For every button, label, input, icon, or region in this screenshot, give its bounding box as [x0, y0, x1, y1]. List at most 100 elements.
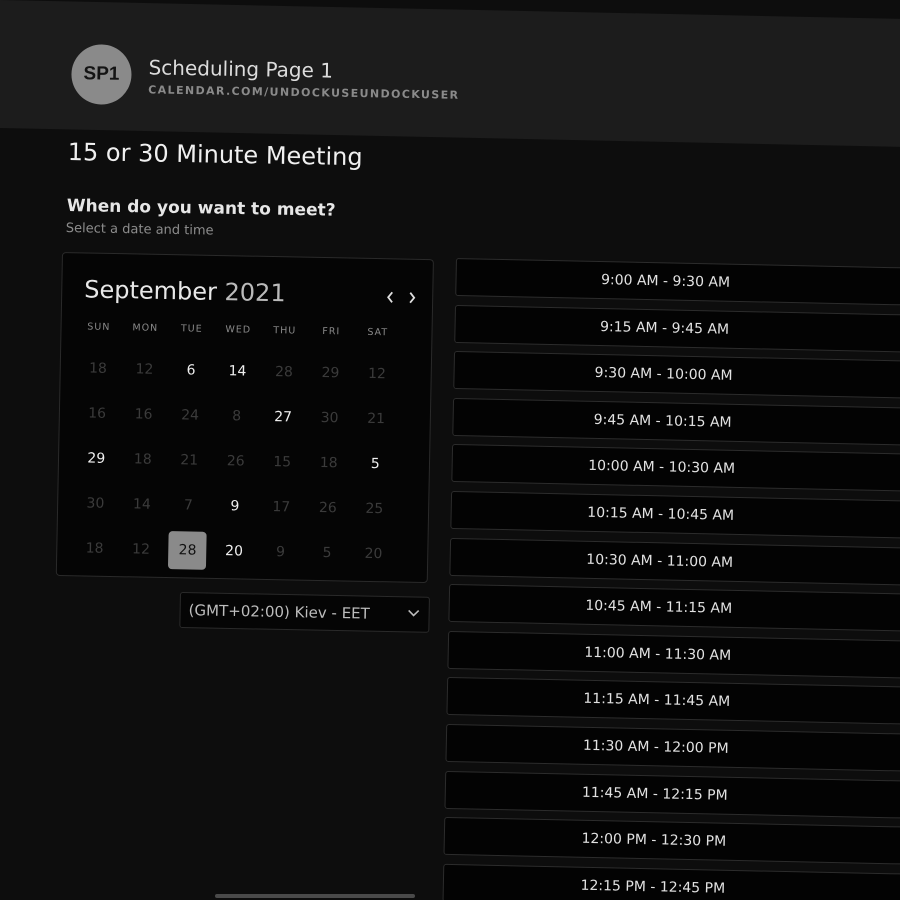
- calendar-day-number: 16: [88, 405, 107, 422]
- calendar-day-number: 21: [180, 451, 199, 469]
- calendar-day-number: 28: [168, 530, 207, 570]
- calendar-day-number: 20: [364, 545, 383, 562]
- weekday-label: SAT: [367, 326, 389, 339]
- calendar-day-unavailable: 30: [72, 484, 119, 523]
- calendar-day-unavailable: 20: [350, 534, 397, 573]
- calendar-day-number: 21: [367, 410, 386, 427]
- calendar-day-number: 6: [186, 361, 196, 379]
- time-slot-button[interactable]: 9:15 AM - 9:45 AM: [454, 304, 900, 353]
- calendar-day-number: 15: [273, 453, 292, 470]
- calendar-day-unavailable: 30: [306, 398, 353, 437]
- time-slot-button[interactable]: 11:00 AM - 11:30 AM: [447, 630, 900, 679]
- calendar-day-unavailable: 18: [119, 440, 166, 479]
- calendar-week: 18 12 6 14 28 29 12: [74, 345, 401, 396]
- prev-month-button[interactable]: [382, 287, 398, 307]
- time-slot-button[interactable]: 11:45 AM - 12:15 PM: [444, 770, 900, 819]
- calendar-weeks: 18 12 6 14 28 29 12 16 16 24 8 27 30 21 29 18 21 26 15 18 5 3…: [71, 345, 401, 576]
- calendar-day-unavailable: 5: [303, 533, 350, 572]
- calendar-day-unavailable: 29: [307, 353, 354, 392]
- calendar-day-number: 12: [135, 360, 154, 378]
- calendar: September 2021 SUN MON TUE WED THU FRI SAT 18 1…: [55, 252, 434, 584]
- calendar-day-number: 14: [228, 362, 247, 380]
- time-slot-button[interactable]: 9:00 AM - 9:30 AM: [455, 258, 900, 306]
- calendar-day-number: 5: [370, 455, 380, 472]
- time-slot-button[interactable]: 10:15 AM - 10:45 AM: [450, 490, 900, 539]
- when-heading: When do you want to meet?: [66, 196, 336, 221]
- calendar-nav: [382, 287, 420, 308]
- calendar-day-number: 18: [85, 540, 104, 557]
- chevron-left-icon: [387, 291, 393, 303]
- calendar-day-selected[interactable]: 28: [164, 530, 211, 570]
- calendar-day-number: 26: [318, 499, 337, 516]
- calendar-day-number: 9: [275, 543, 286, 560]
- time-slot-button[interactable]: 11:30 AM - 12:00 PM: [445, 723, 900, 772]
- calendar-day-available[interactable]: 9: [211, 486, 258, 525]
- calendar-day-unavailable: 16: [120, 395, 167, 434]
- calendar-day-unavailable: 25: [351, 489, 398, 528]
- when-subtitle: Select a date and time: [65, 221, 214, 239]
- calendar-day-available[interactable]: 6: [167, 351, 214, 390]
- timezone-select[interactable]: (GMT+02:00) Kiev - EET: [179, 592, 430, 633]
- chevron-down-icon: [408, 609, 420, 617]
- calendar-day-unavailable: 14: [118, 485, 165, 524]
- time-slot-button[interactable]: 10:45 AM - 11:15 AM: [448, 584, 900, 632]
- calendar-day-number: 18: [88, 360, 108, 377]
- calendar-day-number: 5: [322, 544, 332, 561]
- scheduling-page: SP1 Scheduling Page 1 CALENDAR.COM/UNDOC…: [0, 0, 900, 900]
- calendar-day-unavailable: 9: [257, 532, 304, 571]
- calendar-day-unavailable: 7: [165, 486, 212, 525]
- scrollbar[interactable]: [215, 894, 415, 898]
- calendar-day-unavailable: 21: [352, 399, 399, 438]
- calendar-day-number: 9: [230, 497, 240, 514]
- calendar-day-unavailable: 8: [213, 396, 260, 435]
- chevron-right-icon: [409, 292, 416, 304]
- calendar-day-available[interactable]: 27: [260, 397, 307, 436]
- weekday-label: MON: [132, 322, 159, 334]
- calendar-day-number: 24: [181, 406, 200, 424]
- calendar-week: 30 14 7 9 17 26 25: [72, 480, 399, 531]
- calendar-day-available[interactable]: 14: [214, 351, 261, 390]
- calendar-day-unavailable: 12: [117, 530, 164, 569]
- time-slot-button[interactable]: 12:15 PM - 12:45 PM: [442, 863, 900, 900]
- calendar-day-number: 29: [321, 364, 340, 381]
- calendar-week: 29 18 21 26 15 18 5: [73, 435, 400, 486]
- weekday-header: SUN MON TUE WED THU FRI SAT: [75, 321, 401, 345]
- time-slot-button[interactable]: 9:45 AM - 10:15 AM: [452, 397, 900, 446]
- calendar-day-unavailable: 12: [121, 350, 168, 389]
- next-month-button[interactable]: [404, 288, 420, 308]
- calendar-day-number: 27: [274, 408, 293, 425]
- calendar-day-number: 30: [86, 495, 105, 512]
- calendar-day-number: 28: [274, 363, 294, 380]
- calendar-day-number: 17: [272, 498, 291, 515]
- calendar-day-number: 18: [133, 450, 152, 468]
- calendar-day-number: 26: [226, 452, 245, 470]
- time-slot-button[interactable]: 10:00 AM - 10:30 AM: [451, 444, 900, 492]
- calendar-day-available[interactable]: 5: [352, 444, 399, 483]
- calendar-day-available[interactable]: 29: [73, 439, 120, 478]
- calendar-day-unavailable: 16: [74, 394, 121, 433]
- time-slot-button[interactable]: 9:30 AM - 10:00 AM: [453, 351, 900, 399]
- time-slot-button[interactable]: 10:30 AM - 11:00 AM: [449, 537, 900, 586]
- calendar-day-number: 8: [232, 407, 242, 424]
- time-slot-button[interactable]: 11:15 AM - 11:45 AM: [446, 677, 900, 725]
- calendar-grid: SUN MON TUE WED THU FRI SAT 18 12 6 14 28 29 12 16 16 2…: [71, 321, 402, 576]
- calendar-day-number: 20: [224, 542, 244, 560]
- calendar-day-unavailable: 12: [353, 354, 400, 393]
- calendar-day-number: 29: [87, 450, 106, 467]
- weekday-label: THU: [273, 325, 297, 337]
- calendar-day-unavailable: 26: [304, 488, 351, 527]
- weekday-label: WED: [225, 324, 252, 336]
- weekday-label: FRI: [322, 326, 341, 338]
- calendar-day-unavailable: 18: [305, 443, 352, 482]
- calendar-day-unavailable: 26: [212, 441, 259, 480]
- time-slot-list: 9:00 AM - 9:30 AM 9:15 AM - 9:45 AM 9:30 A…: [442, 258, 900, 900]
- calendar-week: 18 12 28 20 9 5 20: [71, 525, 398, 576]
- time-slot-button[interactable]: 12:00 PM - 12:30 PM: [443, 817, 900, 865]
- calendar-day-unavailable: 18: [74, 349, 121, 388]
- calendar-day-available[interactable]: 20: [210, 531, 257, 570]
- calendar-day-unavailable: 24: [167, 396, 214, 435]
- timezone-value: (GMT+02:00) Kiev - EET: [188, 601, 370, 623]
- calendar-day-number: 7: [183, 496, 194, 514]
- calendar-week: 16 16 24 8 27 30 21: [73, 390, 400, 441]
- calendar-day-unavailable: 15: [259, 442, 306, 481]
